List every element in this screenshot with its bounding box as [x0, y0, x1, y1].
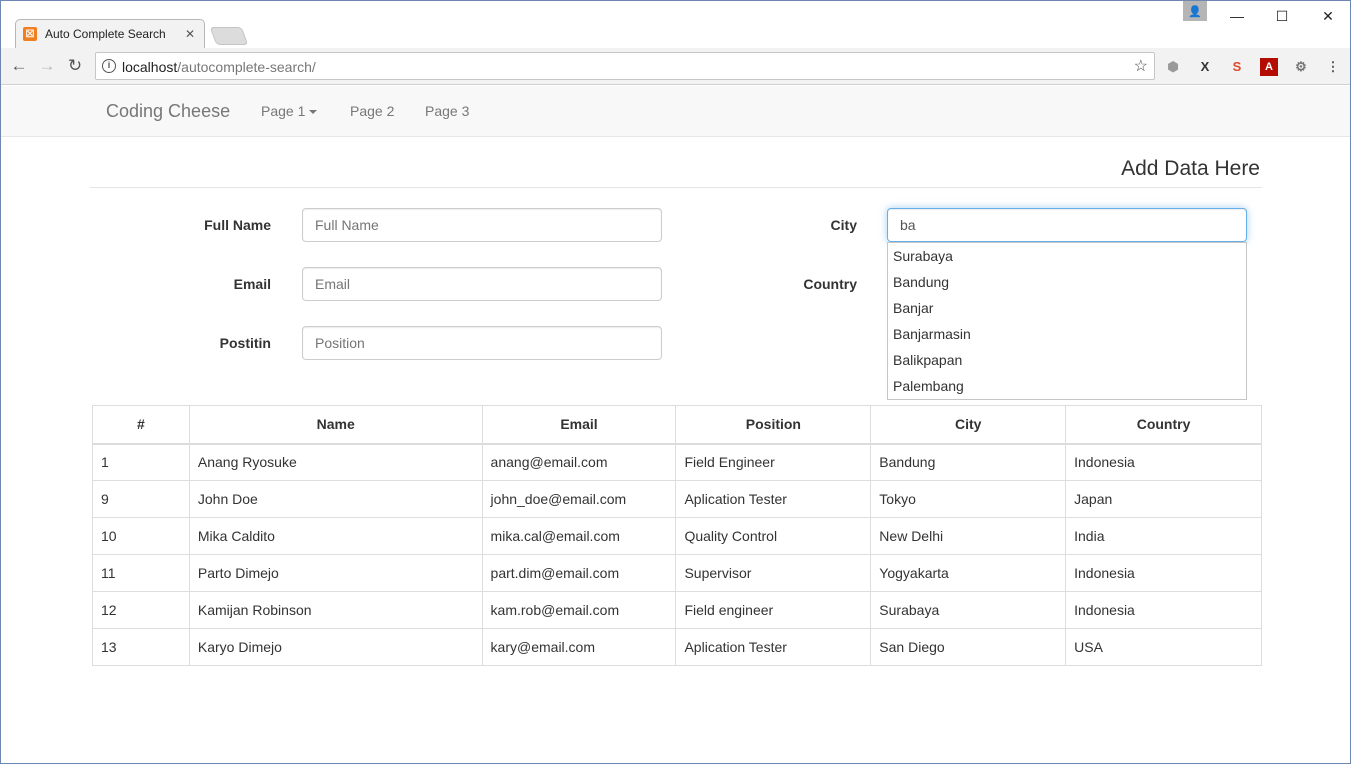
email-input[interactable]	[302, 267, 662, 301]
suggestion-item[interactable]: Surabaya	[888, 243, 1246, 269]
table-cell: 11	[92, 554, 190, 592]
table-cell: Indonesia	[1065, 591, 1262, 629]
column-header: Country	[1065, 405, 1262, 445]
table-cell: john_doe@email.com	[481, 480, 677, 518]
forward-icon[interactable]: →	[37, 56, 57, 76]
table-cell: Aplication Tester	[675, 480, 872, 518]
email-label: Email	[233, 276, 271, 292]
xampp-favicon-icon: ☒	[23, 27, 37, 41]
bookmark-star-icon[interactable]: ☆	[1134, 56, 1148, 76]
table-row: 11 Parto Dimejo part.dim@email.com Super…	[92, 554, 1262, 592]
browser-toolbar: ← → ↻ i localhost/autocomplete-search/ ☆…	[1, 48, 1350, 85]
table-cell: Quality Control	[675, 517, 872, 555]
data-table: # Name Email Position City Country 1 Ana…	[92, 405, 1262, 666]
column-header: Name	[188, 405, 483, 445]
full-name-input[interactable]	[302, 208, 662, 242]
table-cell: John Doe	[188, 480, 483, 518]
city-autocomplete-dropdown: Surabaya Bandung Banjar Banjarmasin Bali…	[887, 242, 1247, 400]
table-cell: 13	[92, 628, 190, 666]
suggestion-item[interactable]: Palembang	[888, 373, 1246, 399]
minimize-icon[interactable]: —	[1214, 1, 1260, 31]
table-cell: 1	[92, 443, 190, 481]
table-cell: kary@email.com	[481, 628, 677, 666]
table-cell: 10	[92, 517, 190, 555]
info-icon[interactable]: i	[102, 59, 116, 73]
table-row: 9 John Doe john_doe@email.com Aplication…	[92, 480, 1262, 518]
table-cell: India	[1065, 517, 1262, 555]
table-cell: Japan	[1065, 480, 1262, 518]
back-icon[interactable]: ←	[9, 56, 29, 76]
table-cell: Supervisor	[675, 554, 872, 592]
nav-item-page1[interactable]: Page 1	[261, 103, 318, 119]
table-cell: kam.rob@email.com	[481, 591, 677, 629]
maximize-icon[interactable]: ☐	[1259, 1, 1305, 31]
nav-item-page2[interactable]: Page 2	[350, 103, 394, 119]
position-label: Postitin	[219, 335, 271, 351]
caret-down-icon	[309, 110, 318, 115]
address-bar[interactable]: i localhost/autocomplete-search/ ☆	[95, 52, 1155, 80]
reload-icon[interactable]: ↻	[65, 56, 85, 76]
extension-puzzle-icon[interactable]: ⚙	[1292, 58, 1310, 76]
full-name-label: Full Name	[204, 217, 271, 233]
table-cell: Indonesia	[1065, 443, 1262, 481]
table-cell: Field Engineer	[675, 443, 872, 481]
table-cell: Indonesia	[1065, 554, 1262, 592]
address-url: localhost/autocomplete-search/	[122, 59, 316, 75]
table-row: 13 Karyo Dimejo kary@email.com Aplicatio…	[92, 628, 1262, 666]
new-tab-button[interactable]	[209, 27, 249, 45]
close-tab-icon[interactable]: ✕	[185, 27, 195, 41]
table-cell: Bandung	[870, 443, 1067, 481]
table-cell: Kamijan Robinson	[188, 591, 483, 629]
table-cell: USA	[1065, 628, 1262, 666]
column-header: Position	[675, 405, 872, 445]
table-cell: 12	[92, 591, 190, 629]
table-row: 1 Anang Ryosuke anang@email.com Field En…	[92, 443, 1262, 481]
tab-title: Auto Complete Search	[45, 27, 166, 41]
extension-cube-icon[interactable]: ⬢	[1164, 58, 1182, 76]
menu-dots-icon[interactable]: ⋮	[1324, 58, 1342, 76]
close-window-icon[interactable]: ✕	[1305, 1, 1351, 31]
city-label: City	[830, 217, 857, 233]
profile-icon[interactable]: 👤	[1183, 1, 1207, 21]
suggestion-item[interactable]: Banjar	[888, 295, 1246, 321]
form-legend: Add Data Here	[90, 157, 1262, 188]
navbar-brand[interactable]: Coding Cheese	[106, 101, 230, 122]
table-cell: Karyo Dimejo	[188, 628, 483, 666]
browser-tab-content[interactable]: ☒ Auto Complete Search	[23, 21, 166, 47]
table-cell: mika.cal@email.com	[481, 517, 677, 555]
city-input[interactable]	[887, 208, 1247, 242]
extension-swirl-icon[interactable]: S	[1228, 58, 1246, 76]
column-header: City	[870, 405, 1067, 445]
table-cell: Anang Ryosuke	[188, 443, 483, 481]
table-cell: Field engineer	[675, 591, 872, 629]
site-navbar: Coding Cheese Page 1 Page 2 Page 3	[1, 86, 1350, 137]
table-cell: Parto Dimejo	[188, 554, 483, 592]
suggestion-item[interactable]: Banjarmasin	[888, 321, 1246, 347]
nav-item-page3[interactable]: Page 3	[425, 103, 469, 119]
suggestion-item[interactable]: Bandung	[888, 269, 1246, 295]
column-header: #	[92, 405, 190, 445]
position-input[interactable]	[302, 326, 662, 360]
table-cell: New Delhi	[870, 517, 1067, 555]
table-cell: Surabaya	[870, 591, 1067, 629]
table-cell: San Diego	[870, 628, 1067, 666]
table-cell: anang@email.com	[481, 443, 677, 481]
table-row: 12 Kamijan Robinson kam.rob@email.com Fi…	[92, 591, 1262, 629]
table-cell: 9	[92, 480, 190, 518]
table-cell: Aplication Tester	[675, 628, 872, 666]
column-header: Email	[481, 405, 677, 445]
country-label: Country	[803, 276, 857, 292]
table-header-row: # Name Email Position City Country	[92, 405, 1262, 445]
table-cell: Tokyo	[870, 480, 1067, 518]
table-cell: part.dim@email.com	[481, 554, 677, 592]
table-cell: Mika Caldito	[188, 517, 483, 555]
suggestion-item[interactable]: Balikpapan	[888, 347, 1246, 373]
browser-titlebar: ☒ Auto Complete Search ✕ 👤 — ☐ ✕	[1, 1, 1351, 49]
extension-x-icon[interactable]: X	[1196, 58, 1214, 76]
table-cell: Yogyakarta	[870, 554, 1067, 592]
extension-pdf-icon[interactable]: A	[1260, 58, 1278, 76]
table-row: 10 Mika Caldito mika.cal@email.com Quali…	[92, 517, 1262, 555]
